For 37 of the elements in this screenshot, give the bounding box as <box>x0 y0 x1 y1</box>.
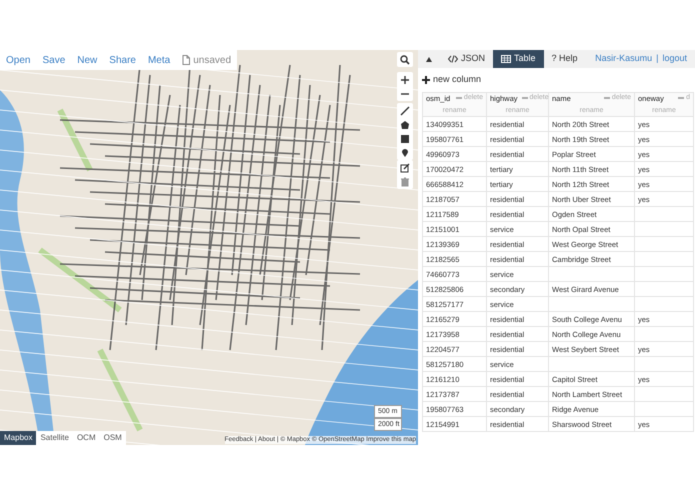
search-icon <box>400 54 410 64</box>
zoom-in-icon <box>400 74 410 84</box>
line-tool-icon <box>400 106 410 116</box>
toolbar-link[interactable]: Share <box>109 52 136 68</box>
polygon-tool-button[interactable] <box>398 119 412 130</box>
minus-icon <box>456 97 462 100</box>
tab[interactable]: JSON <box>440 50 494 68</box>
zoom-in-button[interactable] <box>398 74 412 85</box>
document-icon <box>182 55 190 65</box>
minus-icon <box>604 97 610 100</box>
layer-button[interactable]: Mapbox <box>0 431 36 445</box>
tab[interactable]: ? Help <box>544 50 586 68</box>
toolbar-link[interactable]: New <box>77 52 98 68</box>
table-icon <box>501 55 512 63</box>
caret-icon <box>426 56 432 62</box>
rectangle-tool-icon <box>400 134 410 144</box>
rectangle-tool-button[interactable] <box>398 133 412 144</box>
username-link[interactable]: Nasir-Kasumu <box>595 52 652 66</box>
logout-link[interactable]: logout <box>662 52 687 66</box>
separator: | <box>656 52 658 66</box>
delete-icon <box>400 176 410 186</box>
edit-icon <box>400 162 410 172</box>
minus-icon <box>522 97 528 100</box>
new-column-button[interactable]: new column <box>418 68 695 92</box>
polygon-tool-icon <box>400 120 410 130</box>
tab[interactable]: Table <box>493 50 544 68</box>
edit-button[interactable] <box>398 162 412 173</box>
search-button[interactable] <box>398 54 412 65</box>
code-icon <box>448 55 458 63</box>
toolbar-link[interactable]: Save <box>42 52 66 68</box>
toolbar-link[interactable]: Meta <box>148 52 170 68</box>
minus-icon <box>678 97 684 100</box>
line-tool-button[interactable] <box>398 105 412 116</box>
plus-icon <box>422 76 430 84</box>
file-status: unsaved <box>193 54 232 68</box>
toolbar-link[interactable]: Open <box>6 52 30 68</box>
marker-tool-icon <box>400 148 410 158</box>
